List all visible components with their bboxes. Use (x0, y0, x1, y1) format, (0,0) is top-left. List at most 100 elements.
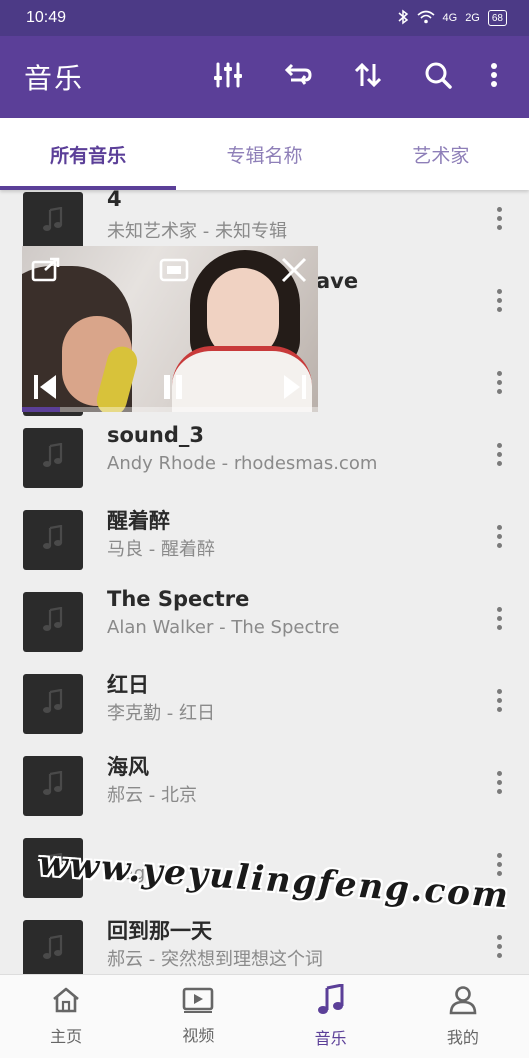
floating-video-player[interactable] (22, 246, 318, 412)
app-bar-actions (193, 36, 529, 118)
music-note-icon (42, 688, 64, 720)
song-more-button[interactable] (491, 434, 507, 474)
signal-4g-icon: 4G (442, 12, 458, 24)
album-art-thumbnail (23, 592, 83, 652)
more-dot (496, 952, 502, 958)
repeat-button[interactable] (263, 36, 333, 118)
more-vert-icon (496, 288, 502, 294)
song-row[interactable]: sound_3 Andy Rhode - rhodesmas.com (0, 418, 529, 500)
nav-video[interactable]: 视频 (132, 975, 264, 1058)
music-note-icon (42, 524, 64, 556)
song-more-button[interactable] (491, 926, 507, 966)
album-art-thumbnail (23, 192, 83, 252)
expand-icon[interactable] (30, 256, 62, 284)
song-row[interactable]: The Spectre Alan Walker - The Spectre (0, 582, 529, 664)
sort-button[interactable] (333, 36, 403, 118)
more-dot (496, 615, 502, 621)
song-more-button[interactable] (491, 280, 507, 320)
song-title: 红日 (107, 673, 149, 697)
more-vert-icon (496, 606, 502, 612)
pause-icon[interactable] (158, 372, 188, 402)
song-more-button[interactable] (491, 680, 507, 720)
tab-all-music[interactable]: 所有音乐 (0, 118, 177, 190)
song-artist-album: 未知艺术家 - 未知专辑 (107, 221, 287, 242)
song-more-button[interactable] (491, 362, 507, 402)
more-dot (496, 388, 502, 394)
song-title: 回到那一天 (107, 919, 212, 943)
album-art-thumbnail (23, 510, 83, 570)
nav-music-label: 音乐 (314, 1029, 347, 1048)
song-row[interactable]: 回到那一天郝云 - 突然想到理想这个词 (0, 910, 529, 974)
nav-mine-label: 我的 (446, 1028, 479, 1047)
song-more-button[interactable] (491, 598, 507, 638)
song-title: 海风 (107, 755, 149, 779)
overflow-menu-button[interactable] (473, 36, 515, 118)
more-vert-icon (496, 442, 502, 448)
song-row[interactable]: 红日李克勤 - 红日 (0, 664, 529, 746)
bottom-navigation: 主页 视频 音乐 我的 (0, 974, 529, 1058)
nav-home-label: 主页 (50, 1027, 83, 1046)
music-note-icon (42, 442, 64, 474)
search-icon (424, 61, 452, 94)
bluetooth-icon (397, 9, 409, 28)
tab-bar: 所有音乐 专辑名称 艺术家 (0, 118, 529, 190)
album-art-thumbnail (23, 920, 83, 974)
more-dot (496, 943, 502, 949)
music-note-icon (317, 983, 345, 1021)
equalizer-icon (213, 62, 243, 93)
song-artist-album: 李克勤 - 红日 (107, 703, 215, 724)
more-vert-icon (496, 206, 502, 212)
search-button[interactable] (403, 36, 473, 118)
more-vert-icon (496, 688, 502, 694)
more-dot (496, 542, 502, 548)
song-row[interactable]: 醒着醉 马良 - 醒着醉 (0, 500, 529, 582)
equalizer-button[interactable] (193, 36, 263, 118)
video-progress-bar[interactable] (22, 407, 318, 412)
more-vert-icon (496, 934, 502, 940)
nav-music[interactable]: 音乐 (265, 975, 397, 1058)
close-icon[interactable] (278, 254, 310, 286)
more-dot (496, 624, 502, 630)
more-dot (496, 451, 502, 457)
song-more-button[interactable] (491, 198, 507, 238)
more-dot (496, 533, 502, 539)
repeat-icon (283, 62, 313, 93)
music-note-icon (42, 606, 64, 638)
more-dot (496, 224, 502, 230)
album-art-thumbnail (23, 756, 83, 816)
more-dot (496, 861, 502, 867)
more-vert-icon (496, 370, 502, 376)
more-dot (496, 779, 502, 785)
pip-window-icon[interactable] (158, 257, 190, 283)
song-more-button[interactable] (491, 762, 507, 802)
nav-home[interactable]: 主页 (0, 975, 132, 1058)
song-title: sound_3 (107, 423, 204, 447)
song-artist-album: Alan Walker - The Spectre (107, 617, 340, 638)
status-time: 10:49 (26, 9, 67, 26)
more-dot (496, 306, 502, 312)
more-dot (496, 460, 502, 466)
app-bar: 音乐 (0, 36, 529, 118)
song-more-button[interactable] (491, 516, 507, 556)
wifi-icon (416, 10, 435, 27)
album-art-thumbnail (23, 674, 83, 734)
song-row[interactable]: 海风郝云 - 北京 (0, 746, 529, 828)
status-bar: 10:49 4G 2G 68 (0, 0, 529, 36)
next-icon[interactable] (280, 372, 310, 402)
song-artist-album: 郝云 - 北京 (107, 785, 197, 806)
page-title: 音乐 (24, 62, 85, 95)
song-title: 醒着醉 (107, 509, 170, 533)
more-dot (496, 788, 502, 794)
tab-album[interactable]: 专辑名称 (176, 118, 352, 190)
song-title: The Spectre (107, 587, 250, 611)
more-dot (496, 697, 502, 703)
tab-artist[interactable]: 艺术家 (353, 118, 529, 190)
video-icon (182, 987, 214, 1018)
nav-mine[interactable]: 我的 (397, 975, 529, 1058)
song-title: 4 (107, 190, 122, 211)
signal-2g-icon: 2G (465, 12, 480, 24)
more-dot (496, 215, 502, 221)
previous-icon[interactable] (30, 372, 60, 402)
status-icons: 4G 2G 68 (397, 9, 507, 28)
song-artist-album: 郝云 - 突然想到理想这个词 (107, 949, 323, 970)
